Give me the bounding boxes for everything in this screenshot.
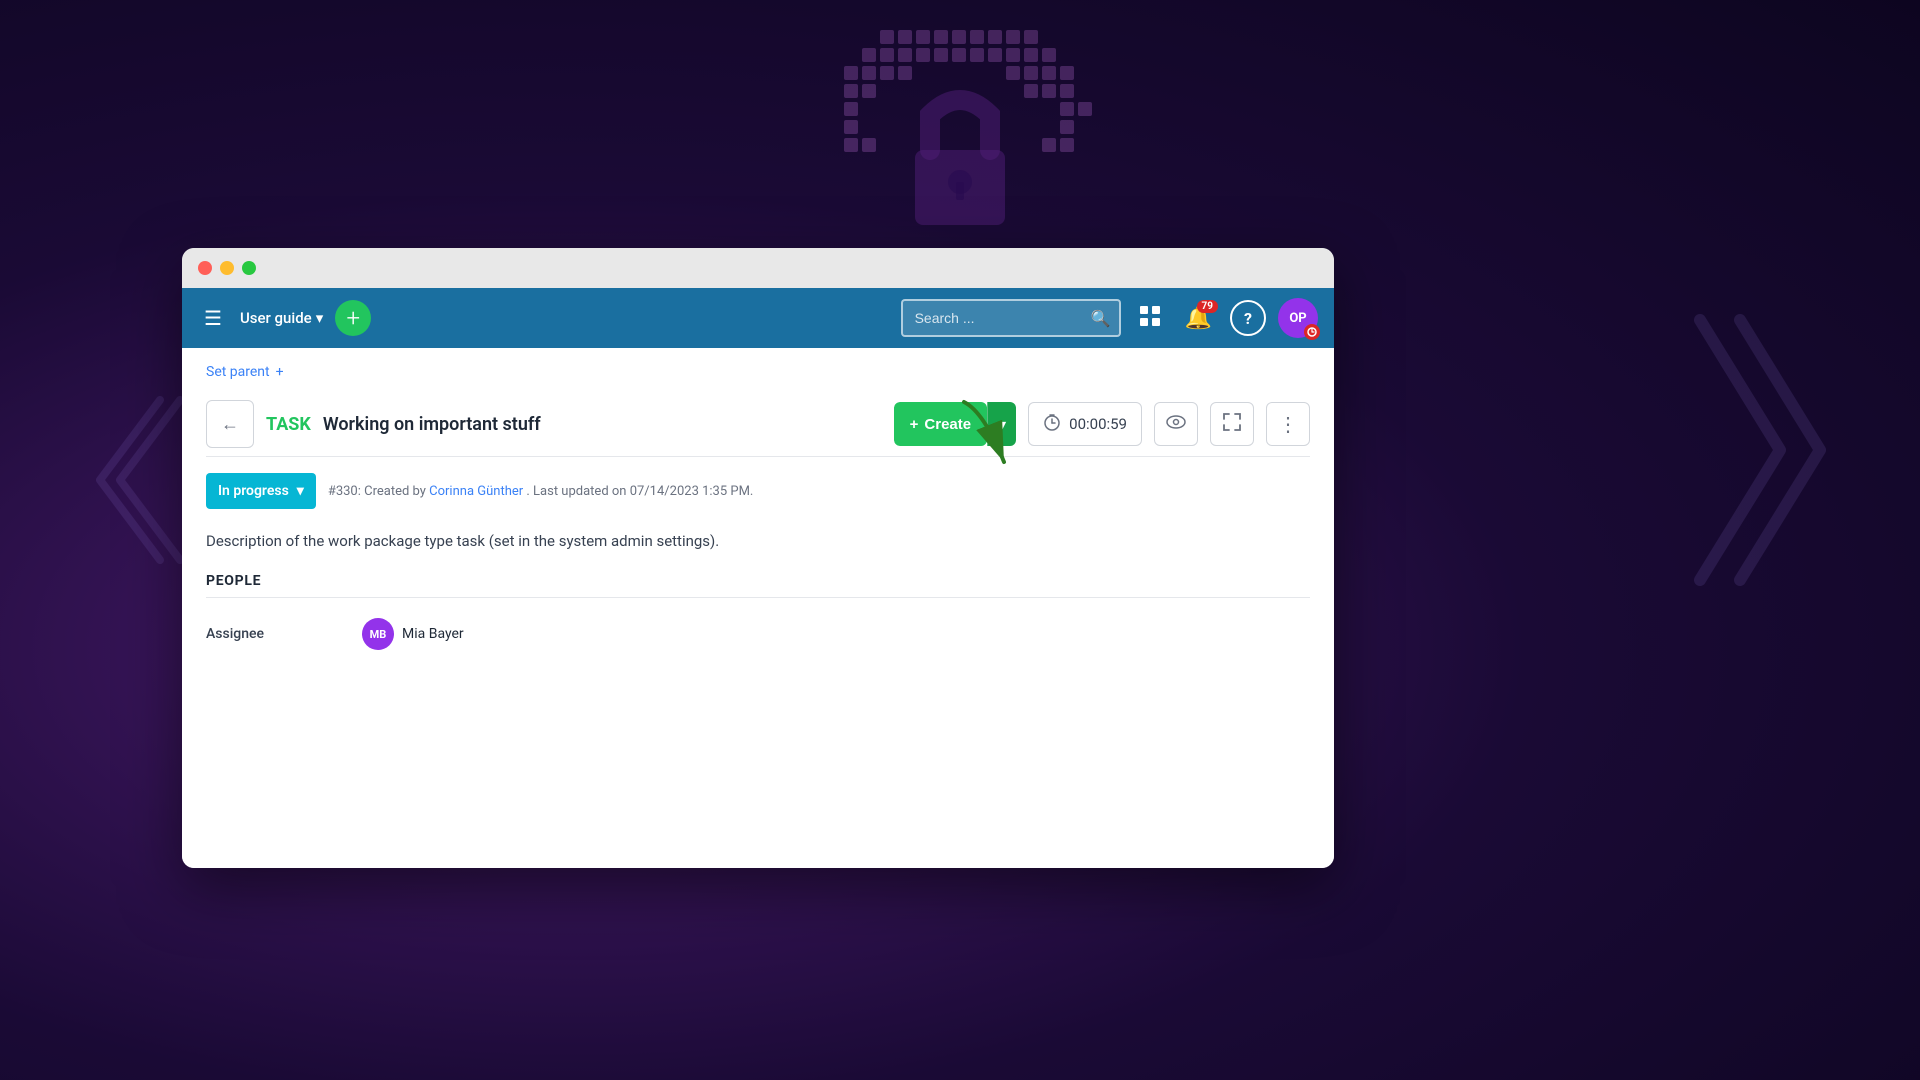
meta-text: #330: Created by <box>328 484 426 499</box>
assignee-avatar-initials: MB <box>370 628 387 641</box>
task-title: Working on important stuff <box>323 414 541 435</box>
watch-icon <box>1166 412 1186 437</box>
task-description: Description of the work package type tas… <box>206 529 1310 553</box>
people-section: PEOPLE Assignee MB Mia Bayer <box>206 573 1310 662</box>
notifications-button[interactable]: 🔔 79 <box>1179 300 1218 337</box>
content-area: Set parent + ← TASK Working on important… <box>182 348 1334 868</box>
avatar-initials: OP <box>1289 311 1306 326</box>
task-header: ← TASK Working on important stuff + Crea… <box>206 392 1310 457</box>
watch-button[interactable] <box>1154 402 1198 446</box>
create-button-group: + Create ▾ <box>894 402 1017 446</box>
add-new-button[interactable]: + <box>335 300 371 336</box>
create-dropdown-icon: ▾ <box>998 415 1006 434</box>
avatar-timer-indicator <box>1304 324 1320 340</box>
add-icon: + <box>346 304 360 332</box>
fullscreen-button[interactable] <box>1210 402 1254 446</box>
user-guide-label: User guide <box>240 309 312 327</box>
search-icon: 🔍 <box>1091 309 1111 328</box>
assignee-avatar: MB <box>362 618 394 650</box>
status-dropdown-icon: ▾ <box>297 483 304 499</box>
bg-grid-pattern <box>760 20 1160 240</box>
help-button[interactable]: ? <box>1230 300 1266 336</box>
assignee-row: Assignee MB Mia Bayer <box>206 606 1310 662</box>
status-badge[interactable]: In progress ▾ <box>206 473 316 509</box>
fullscreen-icon <box>1223 413 1241 436</box>
back-icon: ← <box>221 414 239 435</box>
help-label: ? <box>1244 309 1252 328</box>
user-guide-menu[interactable]: User guide ▾ <box>240 309 323 327</box>
timer-icon <box>1043 413 1061 436</box>
set-parent-icon: + <box>276 364 284 380</box>
more-icon: ⋮ <box>1278 412 1298 436</box>
create-button[interactable]: + Create <box>894 402 987 446</box>
window-titlebar <box>182 248 1334 288</box>
bg-chevrons-right <box>1680 300 1840 600</box>
set-parent-label: Set parent <box>206 364 270 380</box>
set-parent-button[interactable]: Set parent + <box>206 364 1310 380</box>
status-label: In progress <box>218 483 289 499</box>
user-avatar-menu[interactable]: OP <box>1278 298 1318 338</box>
meta-author-link[interactable]: Corinna Günther <box>429 484 523 499</box>
timer-button[interactable]: 00:00:59 <box>1028 402 1142 446</box>
status-meta: #330: Created by Corinna Günther . Last … <box>328 484 754 499</box>
people-section-title: PEOPLE <box>206 573 1310 598</box>
meta-suffix: . Last updated on 07/14/2023 1:35 PM. <box>526 484 753 499</box>
hamburger-menu-button[interactable]: ☰ <box>198 300 228 336</box>
navbar: ☰ User guide ▾ + 🔍 🔔 79 ? <box>182 288 1334 348</box>
create-label: Create <box>924 416 971 433</box>
search-container: 🔍 <box>901 299 1121 337</box>
task-type-label: TASK <box>266 414 311 435</box>
status-row: In progress ▾ #330: Created by Corinna G… <box>206 473 1310 509</box>
app-window: ☰ User guide ▾ + 🔍 🔔 79 ? <box>182 248 1334 868</box>
traffic-light-green[interactable] <box>242 261 256 275</box>
user-guide-dropdown-icon: ▾ <box>316 309 324 327</box>
traffic-light-yellow[interactable] <box>220 261 234 275</box>
search-input[interactable] <box>901 299 1121 337</box>
assignee-name: Mia Bayer <box>402 626 464 642</box>
back-button[interactable]: ← <box>206 400 254 448</box>
traffic-light-red[interactable] <box>198 261 212 275</box>
notification-badge: 79 <box>1197 300 1218 313</box>
grid-apps-button[interactable] <box>1133 299 1167 338</box>
more-options-button[interactable]: ⋮ <box>1266 402 1310 446</box>
assignee-value: MB Mia Bayer <box>362 618 464 650</box>
create-plus-icon: + <box>910 416 919 433</box>
timer-value: 00:00:59 <box>1069 415 1127 433</box>
create-dropdown-button[interactable]: ▾ <box>987 402 1016 446</box>
assignee-label: Assignee <box>206 626 346 642</box>
